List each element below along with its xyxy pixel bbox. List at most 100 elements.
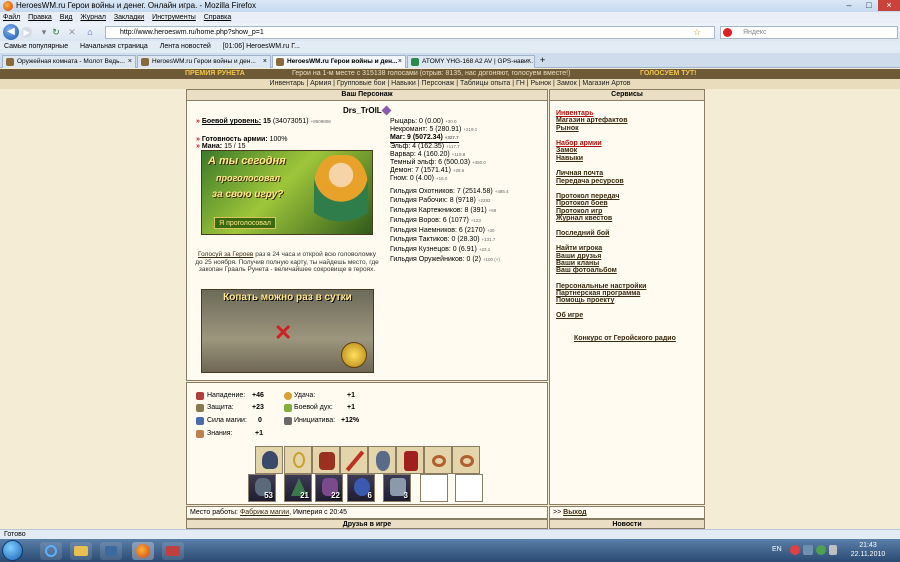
tray-icon-2[interactable] xyxy=(803,545,813,555)
army-slot-3[interactable]: 22 xyxy=(315,474,343,502)
maximize-button[interactable]: □ xyxy=(858,0,880,11)
reload-icon[interactable]: ↻ xyxy=(50,26,62,38)
new-tab-button[interactable]: + xyxy=(540,55,545,65)
exit-link[interactable]: Выход xyxy=(563,509,586,516)
menu-view[interactable]: Вид xyxy=(60,14,73,21)
guild-workers[interactable]: Гильдия Рабочих: 8 (9718) +2282 xyxy=(390,197,490,205)
guild-gamblers[interactable]: Гильдия Картежников: 8 (391) +59 xyxy=(390,207,496,215)
menu-file[interactable]: Файл xyxy=(3,14,20,21)
url-input[interactable]: http://www.heroeswm.ru/home.php?show_p=1 xyxy=(105,26,715,39)
close-button[interactable]: × xyxy=(878,0,900,11)
menu-tools[interactable]: Инструменты xyxy=(152,14,196,21)
service-battle-log[interactable]: Протокол боев xyxy=(556,200,608,208)
taskbar-explorer-icon[interactable] xyxy=(70,542,92,560)
taskbar-firefox-icon[interactable] xyxy=(132,542,154,560)
vote-banner[interactable]: А ты сегодня проголосовал за свою игру? … xyxy=(201,150,373,235)
home-icon[interactable]: ⌂ xyxy=(84,26,96,38)
guild-smiths[interactable]: Гильдия Кузнецов: 0 (6.91) +23.1 xyxy=(390,246,490,254)
equip-amulet-slot[interactable] xyxy=(284,446,312,474)
promo-vote-link[interactable]: ГОЛОСУЕМ ТУТ! xyxy=(640,69,697,79)
service-find-player[interactable]: Найти игрока xyxy=(556,245,602,253)
menu-help[interactable]: Справка xyxy=(204,14,231,21)
equip-ring2-slot[interactable] xyxy=(452,446,480,474)
army-slot-4[interactable]: 6 xyxy=(347,474,375,502)
tab-heroeswm-active[interactable]: HeroesWM.ru Герои войны и ден... × xyxy=(272,55,406,68)
service-help-project[interactable]: Помощь проекту xyxy=(556,297,614,305)
back-button[interactable]: ◀ xyxy=(3,24,19,40)
guild-hunters[interactable]: Гильдия Охотников: 7 (2514.58) +485.4 xyxy=(390,188,509,196)
service-quest-journal[interactable]: Журнал квестов xyxy=(556,215,612,223)
equip-shield-slot[interactable] xyxy=(368,446,396,474)
equip-weapon-slot[interactable] xyxy=(340,446,368,474)
army-slot-5[interactable]: 3 xyxy=(383,474,411,502)
amulet-icon xyxy=(293,452,305,468)
vote-banner-line3: за свою игру? xyxy=(212,189,284,200)
tab-close-icon[interactable]: × xyxy=(128,56,132,68)
volume-icon[interactable] xyxy=(829,545,837,555)
service-transfer-resources[interactable]: Передача ресурсов xyxy=(556,178,624,186)
promo-premia-link[interactable]: ПРЕМИЯ РУНЕТА xyxy=(185,69,245,79)
forward-button[interactable]: ▶ xyxy=(21,27,32,38)
menu-history[interactable]: Журнал xyxy=(80,14,106,21)
level-label[interactable]: Боевой уровень: xyxy=(202,118,261,125)
equip-armor-slot[interactable] xyxy=(312,446,340,474)
guild-thieves[interactable]: Гильдия Воров: 6 (1077) +123 xyxy=(390,217,481,225)
tab-heroeswm-1[interactable]: HeroesWM.ru Герои войны и ден... × xyxy=(137,55,271,68)
class-mage[interactable]: Маг: 9 (5072.34) +327.7 xyxy=(390,134,459,143)
clock[interactable]: 21:43 22.11.2010 xyxy=(840,541,896,559)
tray-icon-3[interactable] xyxy=(816,545,826,555)
tab-armory[interactable]: Оружейная комната - Молот Ведь... × xyxy=(2,55,136,68)
taskbar-ie-icon[interactable] xyxy=(40,542,62,560)
army-slot-7-empty[interactable] xyxy=(455,474,483,502)
tab-atomy[interactable]: ATOMY YHG-168 A2 AV | GPS-нави... × xyxy=(407,55,535,68)
tab-close-icon[interactable]: × xyxy=(527,56,531,68)
service-about[interactable]: Об игре xyxy=(556,312,583,320)
service-castle[interactable]: Замок xyxy=(556,147,577,155)
stop-icon[interactable]: ✕ xyxy=(66,26,78,38)
character-name[interactable]: Drs_TrOlL xyxy=(343,106,382,115)
service-last-battle[interactable]: Последний бой xyxy=(556,230,609,238)
readiness-value: 100% xyxy=(269,136,288,143)
shovel-button-icon[interactable] xyxy=(341,342,367,368)
tab-close-icon[interactable]: × xyxy=(263,56,267,68)
search-input[interactable]: Яндекс xyxy=(720,26,898,39)
class-barbarian: Варвар: 4 (160.20) +119.8 xyxy=(390,151,466,158)
equip-cloak-slot[interactable] xyxy=(396,446,424,474)
taskbar-media-icon[interactable] xyxy=(100,542,122,560)
start-button[interactable] xyxy=(2,540,23,561)
minimize-button[interactable]: – xyxy=(838,0,860,11)
bookmark-star-icon[interactable]: ☆ xyxy=(693,27,701,38)
history-dropdown-icon[interactable]: ▾ xyxy=(38,26,50,38)
tab-close-icon[interactable]: × xyxy=(398,56,402,68)
language-indicator[interactable]: EN xyxy=(772,546,782,553)
army-slot-2[interactable]: 21 xyxy=(284,474,312,502)
service-artifact-shop[interactable]: Магазин артефактов xyxy=(556,117,628,125)
tray-icon-1[interactable] xyxy=(790,545,800,555)
vote-banner-line1: А ты сегодня xyxy=(208,155,286,167)
service-radio-contest[interactable]: Конкурс от Геройского радио xyxy=(574,335,676,343)
menu-bookmarks[interactable]: Закладки xyxy=(114,14,144,21)
equip-ring1-slot[interactable] xyxy=(424,446,452,474)
work-place-link[interactable]: Фабрика магии xyxy=(240,509,289,516)
service-photo-album[interactable]: Ваш фотоальбом xyxy=(556,267,617,275)
bookmark-start[interactable]: Начальная страница xyxy=(80,43,148,50)
equip-helmet-slot[interactable] xyxy=(255,446,283,474)
service-market[interactable]: Рынок xyxy=(556,125,579,133)
army-slot-6-empty[interactable] xyxy=(420,474,448,502)
tab-favicon xyxy=(411,58,419,66)
bookmark-heroeswm[interactable]: [01:06] HeroesWM.ru Г... xyxy=(223,43,300,50)
firefox-icon xyxy=(3,1,13,11)
guild-tacticians[interactable]: Гильдия Тактиков: 0 (28.30) +131.7 xyxy=(390,236,495,244)
vote-link[interactable]: Голосуй за Героев xyxy=(198,251,253,258)
vote-banner-button[interactable]: Я проголосовал xyxy=(214,217,276,229)
bookmark-popular[interactable]: Самые популярные xyxy=(4,43,68,50)
taskbar-app-icon[interactable] xyxy=(162,542,184,560)
service-mail[interactable]: Личная почта xyxy=(556,170,603,178)
game-nav[interactable]: Инвентарь | Армия | Групповые бои | Навы… xyxy=(0,79,900,89)
bookmark-news-feed[interactable]: Лента новостей xyxy=(160,43,211,50)
service-skills[interactable]: Навыки xyxy=(556,155,583,163)
army-slot-1[interactable]: 53 xyxy=(248,474,276,502)
guild-gunsmiths[interactable]: Гильдия Оружейников: 0 (2) +100 (+) xyxy=(390,256,500,264)
dig-banner[interactable]: Копать можно раз в сутки ✕ xyxy=(201,289,374,373)
menu-edit[interactable]: Правка xyxy=(28,14,52,21)
